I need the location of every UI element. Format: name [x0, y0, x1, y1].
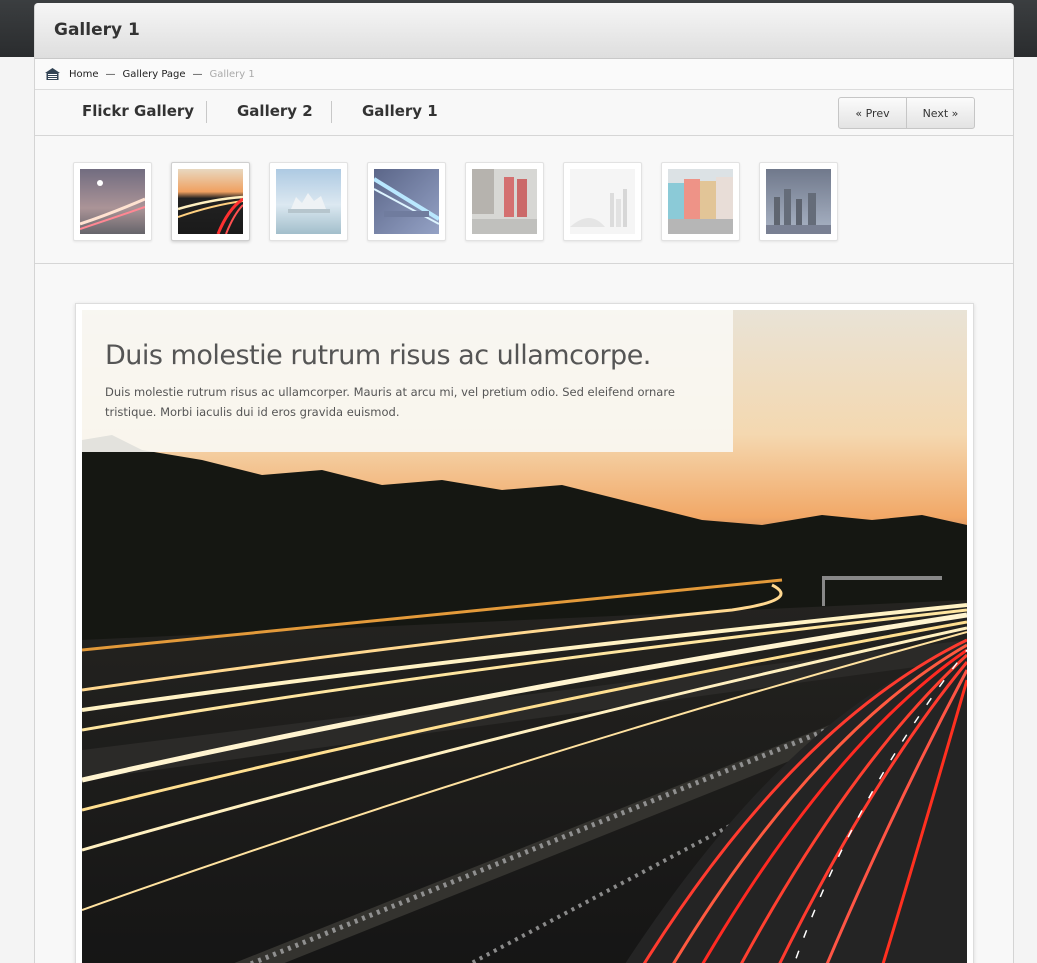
thumbnail-image: [766, 169, 831, 234]
tab-gallery-1[interactable]: Gallery 1: [362, 102, 438, 120]
breadcrumb-gallery-page-link[interactable]: Gallery Page: [123, 69, 186, 80]
slide-text: Duis molestie rutrum risus ac ullamcorpe…: [105, 385, 675, 419]
page-title: Gallery 1: [54, 20, 140, 40]
thumbnail-image: [570, 169, 635, 234]
pager: « Prev Next »: [838, 97, 975, 129]
breadcrumb-separator: —: [105, 68, 116, 80]
thumbnail-image: [178, 169, 243, 234]
home-icon[interactable]: [45, 68, 60, 80]
thumbnail-2[interactable]: [171, 162, 250, 241]
thumbnail-6[interactable]: [563, 162, 642, 241]
tab-gallery-2[interactable]: Gallery 2: [237, 102, 313, 120]
thumbnail-image: [472, 169, 537, 234]
breadcrumb-separator: —: [192, 68, 203, 80]
tab-divider: [331, 101, 332, 123]
slideshow-frame: Duis molestie rutrum risus ac ullamcorpe…: [75, 303, 974, 963]
slide-caption: Duis molestie rutrum risus ac ullamcorpe…: [82, 310, 733, 452]
thumbnail-image: [668, 169, 733, 234]
title-bar: Gallery 1: [35, 3, 1013, 59]
tab-flickr-gallery[interactable]: Flickr Gallery: [82, 102, 194, 120]
thumbnail-image: [80, 169, 145, 234]
slide[interactable]: Duis molestie rutrum risus ac ullamcorpe…: [82, 310, 967, 963]
thumbnail-5[interactable]: [465, 162, 544, 241]
thumbnail-image: [374, 169, 439, 234]
slide-heading: Duis molestie rutrum risus ac ullamcorpe…: [105, 340, 651, 371]
tab-divider: [206, 101, 207, 123]
gallery-tabs: Flickr Gallery Gallery 2 Gallery 1 « Pre…: [35, 90, 1013, 136]
thumbnail-strip: [35, 136, 1013, 264]
breadcrumb-current: Gallery 1: [209, 68, 255, 80]
breadcrumb-home-link[interactable]: Home: [69, 69, 99, 80]
thumbnail-3[interactable]: [269, 162, 348, 241]
thumbnail-image: [276, 169, 341, 234]
thumbnail-8[interactable]: [759, 162, 838, 241]
thumbnail-4[interactable]: [367, 162, 446, 241]
gallery-panel: Gallery 1 Home — Gallery Page — Gallery …: [34, 3, 1014, 963]
prev-button[interactable]: « Prev: [839, 98, 906, 128]
thumbnail-7[interactable]: [661, 162, 740, 241]
thumbnail-1[interactable]: [73, 162, 152, 241]
breadcrumb: Home — Gallery Page — Gallery 1: [35, 59, 1013, 90]
next-button[interactable]: Next »: [906, 98, 974, 128]
